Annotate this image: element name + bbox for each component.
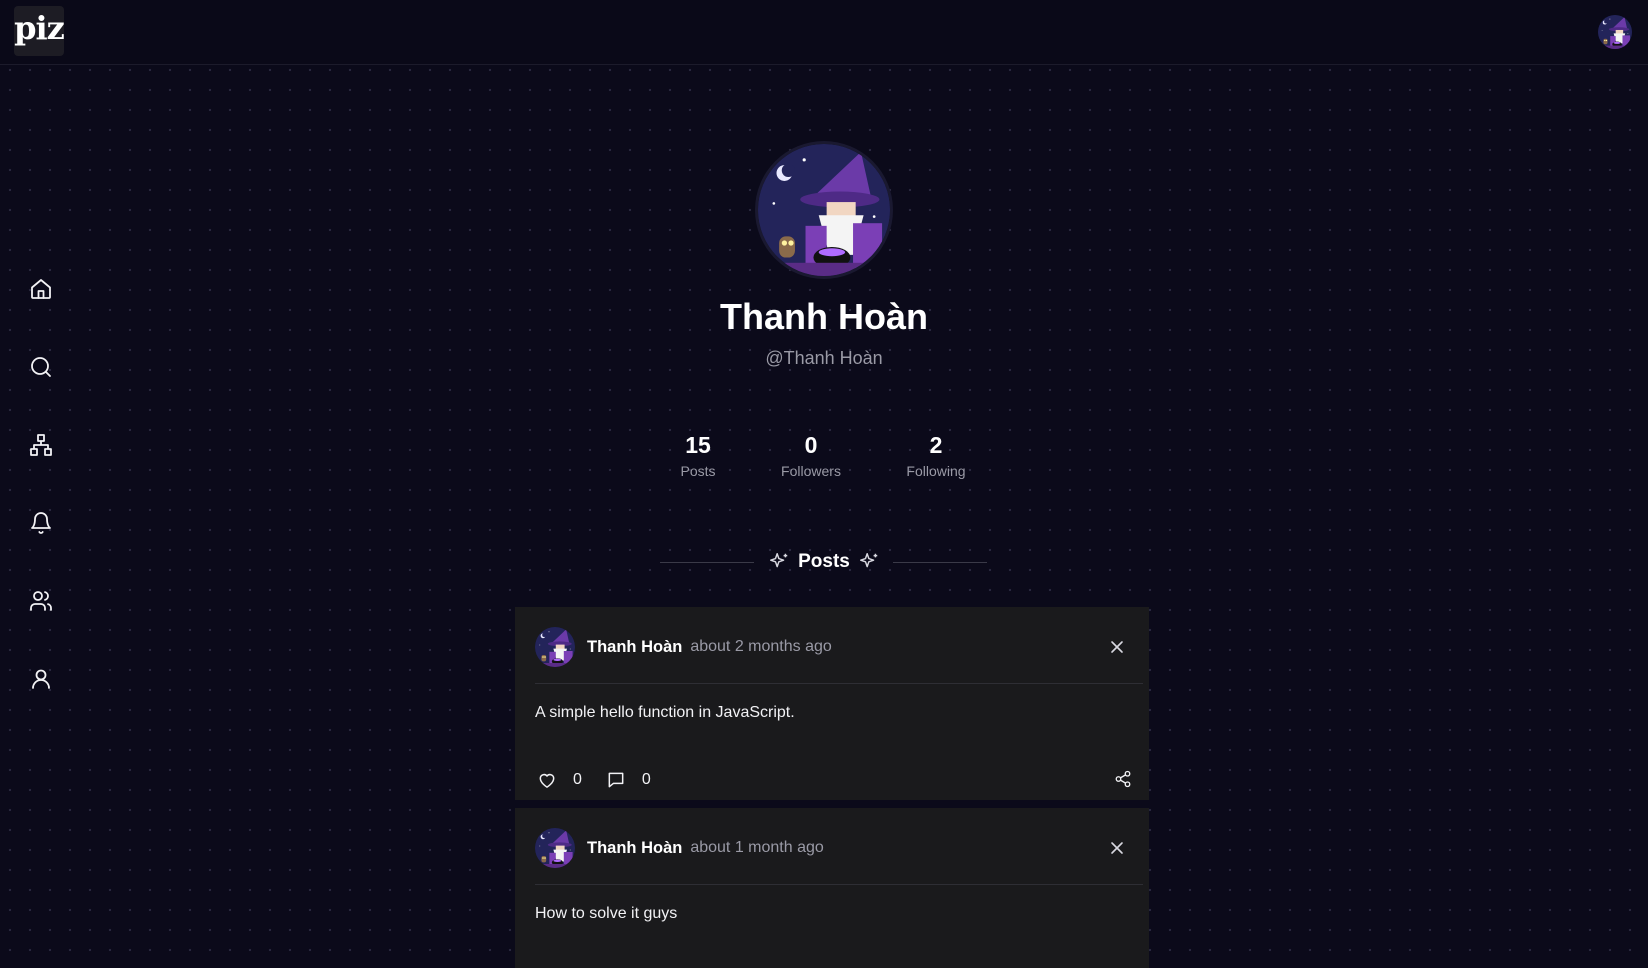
comment-button[interactable] (604, 768, 628, 792)
post-time: about 1 month ago (690, 839, 824, 856)
profile-handle: @Thanh Hoàn (765, 348, 883, 368)
avatar-image (758, 144, 890, 276)
stat-value: 0 (804, 432, 818, 458)
comment-count: 0 (641, 771, 651, 788)
close-button[interactable] (1107, 637, 1127, 657)
post-author[interactable]: Thanh Hoàn (587, 839, 682, 858)
post-avatar[interactable] (535, 828, 575, 868)
top-bar: piz (0, 0, 1648, 65)
stat-following[interactable]: 2 Following (891, 432, 981, 479)
avatar-image (535, 627, 575, 667)
stat-value: 15 (685, 432, 711, 458)
network-icon (30, 434, 52, 456)
section-title: Posts (798, 551, 850, 572)
post-header: Thanh Hoàn about 1 month ago (535, 828, 1135, 868)
bell-icon (31, 512, 51, 534)
stat-followers[interactable]: 0 Followers (766, 432, 856, 479)
sparkles-icon (860, 553, 878, 568)
post-time: about 2 months ago (690, 638, 832, 655)
avatar-image (1598, 15, 1632, 49)
sidebar-nav (18, 266, 64, 734)
search-icon (31, 357, 51, 377)
share-button[interactable] (1111, 767, 1135, 791)
post-avatar[interactable] (535, 627, 575, 667)
post-header: Thanh Hoàn about 2 months ago (535, 627, 1135, 667)
divider-right (893, 562, 987, 563)
home-icon (31, 279, 51, 299)
stat-label: Posts (680, 463, 716, 479)
stat-label: Followers (781, 463, 841, 479)
stat-value: 2 (929, 432, 943, 458)
share-icon (1115, 770, 1131, 788)
close-icon (1111, 842, 1123, 854)
profile-name: Thanh Hoàn (720, 296, 928, 337)
account-avatar[interactable] (1598, 15, 1632, 49)
post-divider (535, 884, 1143, 885)
sidebar-item-network[interactable] (18, 422, 64, 468)
sidebar-item-profile[interactable] (18, 656, 64, 702)
sidebar-item-search[interactable] (18, 344, 64, 390)
app-logo[interactable]: piz (14, 6, 65, 56)
heart-icon (539, 773, 555, 788)
post-card: Thanh Hoàn about 1 month ago How to solv… (515, 808, 1149, 968)
post-divider (535, 683, 1143, 684)
sidebar-item-friends[interactable] (18, 578, 64, 624)
divider-left (660, 562, 754, 563)
close-button[interactable] (1107, 838, 1127, 858)
like-button[interactable] (535, 768, 559, 792)
close-icon (1111, 641, 1123, 653)
user-icon (32, 669, 50, 689)
comment-icon (608, 772, 624, 788)
profile-avatar[interactable] (758, 144, 890, 276)
users-icon (30, 591, 52, 611)
stat-label: Following (906, 463, 966, 479)
sparkles-icon (770, 553, 788, 568)
like-count: 0 (573, 771, 582, 788)
sidebar-item-notifications[interactable] (18, 500, 64, 546)
post-card: Thanh Hoàn about 2 months ago A simple h… (515, 607, 1149, 800)
post-content: A simple hello function in JavaScript. (535, 704, 795, 721)
avatar-image (535, 828, 575, 868)
posts-section-header: Posts (768, 548, 880, 576)
stat-posts[interactable]: 15 Posts (653, 432, 743, 479)
sidebar-item-home[interactable] (18, 266, 64, 312)
post-author[interactable]: Thanh Hoàn (587, 638, 682, 657)
post-content: How to solve it guys (535, 905, 678, 922)
post-actions: 0 0 (535, 767, 1135, 793)
